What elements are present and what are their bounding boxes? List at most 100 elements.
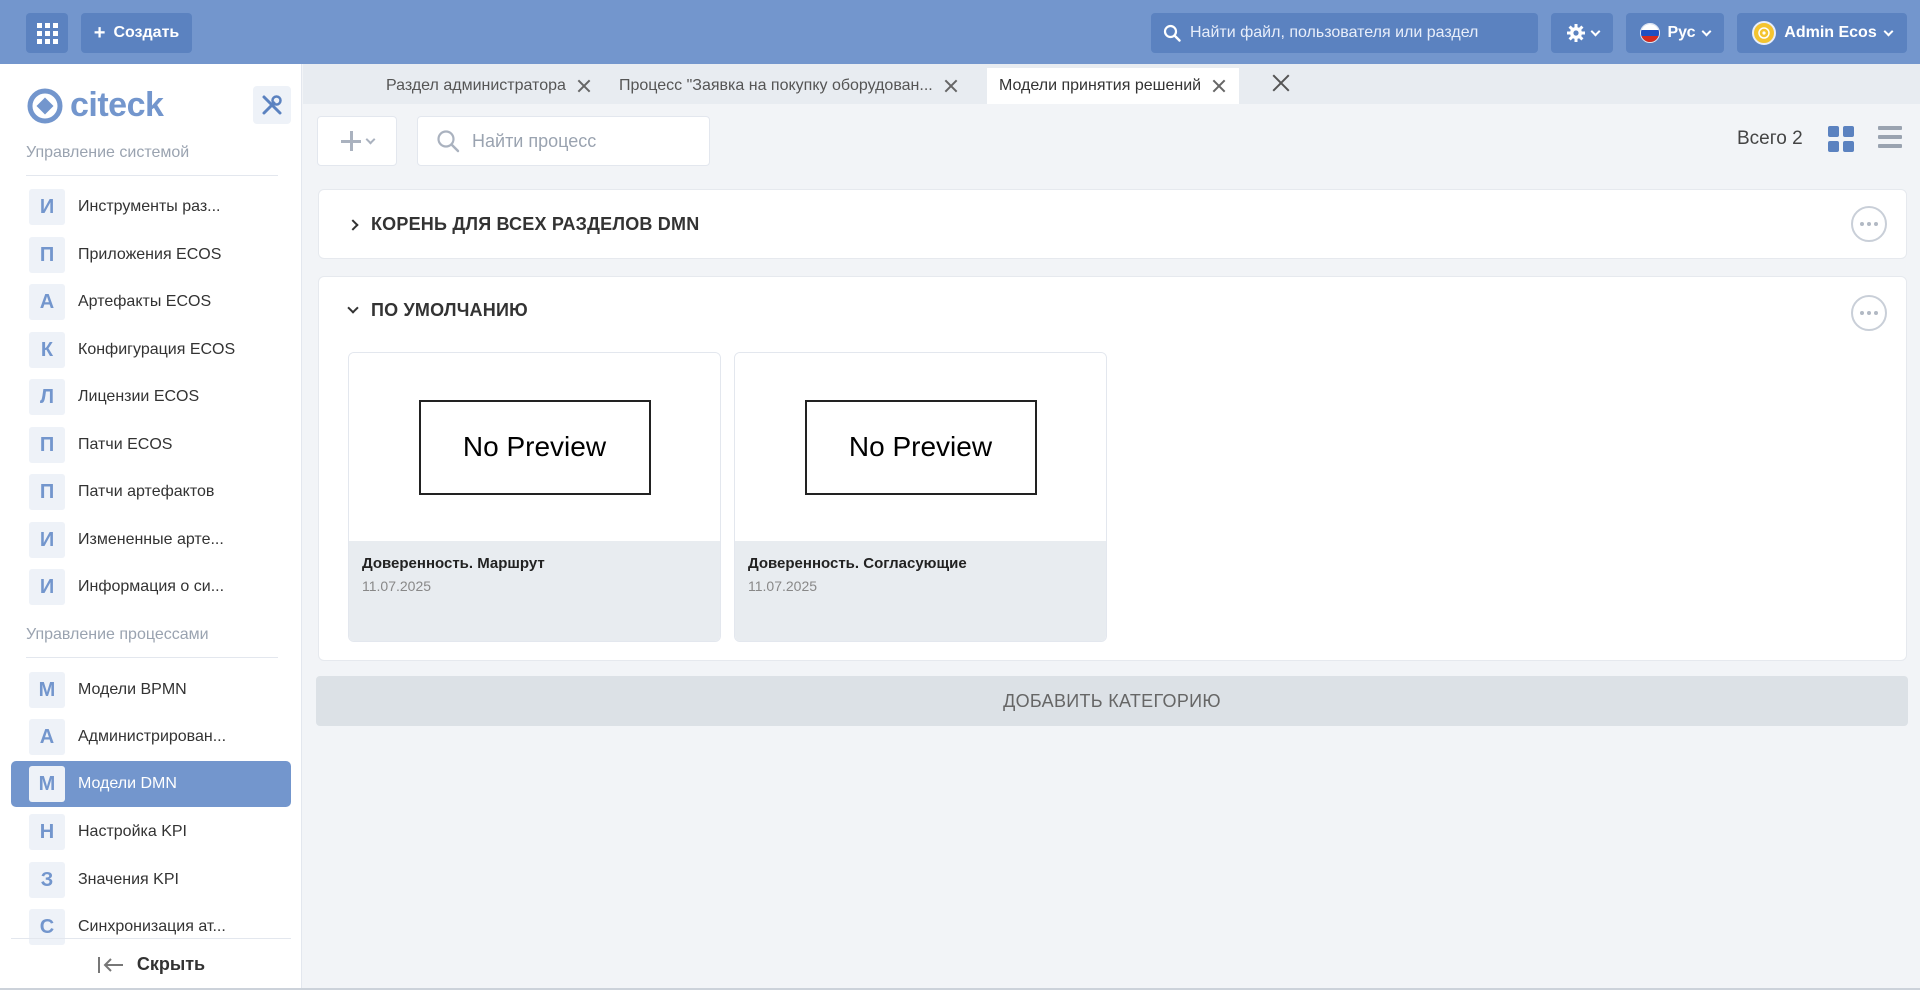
list-view-icon[interactable] bbox=[1878, 126, 1902, 148]
total-count: Всего 2 bbox=[1737, 128, 1803, 149]
sidebar: citeck Управление системой И Инструменты … bbox=[0, 64, 302, 990]
category-header[interactable]: ПО УМОЛЧАНИЮ bbox=[347, 300, 528, 321]
chevron-down-icon bbox=[1590, 26, 1600, 36]
russia-flag-icon bbox=[1640, 23, 1661, 43]
category-title: КОРЕНЬ ДЛЯ ВСЕХ РАЗДЕЛОВ DMN bbox=[371, 214, 700, 234]
sidebar-item-label: Инструменты раз... bbox=[78, 198, 221, 215]
grid-icon bbox=[36, 22, 58, 44]
divider bbox=[26, 657, 278, 658]
sidebar-item-label: Приложения ECOS bbox=[78, 246, 222, 263]
logo-text: citeck bbox=[70, 86, 164, 124]
sidebar-item-label: Администрирован... bbox=[78, 728, 227, 745]
sidebar-item-label: Лицензии ECOS bbox=[78, 388, 200, 405]
sidebar-item-artifact-patches[interactable]: П Патчи артефактов bbox=[11, 469, 291, 515]
tools-icon bbox=[262, 95, 282, 115]
card-info: Доверенность. Согласующие 11.07.2025 bbox=[735, 541, 1106, 641]
no-preview-placeholder: No Preview bbox=[418, 399, 651, 495]
sidebar-item-ecos-apps[interactable]: П Приложения ECOS bbox=[11, 232, 291, 278]
search-icon bbox=[1163, 24, 1181, 42]
close-icon[interactable] bbox=[576, 78, 592, 94]
card-title: Доверенность. Согласующие bbox=[748, 555, 967, 572]
chevron-right-icon bbox=[347, 218, 359, 231]
tab-equipment-process[interactable]: Процесс "Заявка на покупку оборудован... bbox=[607, 68, 971, 104]
nav-letter-icon: Л bbox=[29, 379, 65, 415]
category-panel: ПО УМОЛЧАНИЮ No Preview Доверенность. Ма… bbox=[318, 276, 1907, 661]
tab-label: Модели принятия решений bbox=[999, 77, 1202, 94]
nav-letter-icon: К bbox=[29, 332, 65, 368]
global-search[interactable] bbox=[1151, 13, 1538, 53]
apps-menu-button[interactable] bbox=[26, 13, 68, 53]
language-selector[interactable]: Рус bbox=[1626, 13, 1724, 53]
nav-letter-icon: И bbox=[29, 189, 65, 225]
nav-letter-icon: А bbox=[29, 284, 65, 320]
sidebar-item-label: Информация о си... bbox=[78, 578, 225, 595]
sidebar-item-administration[interactable]: А Администрирован... bbox=[11, 714, 291, 760]
add-category-button[interactable]: ДОБАВИТЬ КАТЕГОРИЮ bbox=[316, 676, 1908, 726]
card-info: Доверенность. Маршрут 11.07.2025 bbox=[349, 541, 720, 641]
nav-letter-icon: П bbox=[29, 237, 65, 273]
sidebar-item-label: Синхронизация ат... bbox=[78, 918, 226, 935]
sidebar-item-label: Модели BPMN bbox=[78, 681, 187, 698]
nav-letter-icon: И bbox=[29, 569, 65, 605]
sidebar-item-ecos-artifacts[interactable]: А Артефакты ECOS bbox=[11, 279, 291, 325]
sidebar-item-ecos-licenses[interactable]: Л Лицензии ECOS bbox=[11, 374, 291, 420]
more-options-icon[interactable] bbox=[1851, 206, 1887, 242]
tab-label: Процесс "Заявка на покупку оборудован... bbox=[619, 77, 933, 94]
tiles-view-icon[interactable] bbox=[1828, 126, 1854, 152]
process-search-input[interactable] bbox=[472, 130, 702, 152]
sidebar-item-kpi-values[interactable]: З Значения KPI bbox=[11, 857, 291, 903]
hide-sidebar-button[interactable]: Скрыть bbox=[11, 938, 291, 990]
close-icon[interactable] bbox=[943, 78, 959, 94]
nav-letter-icon: П bbox=[29, 427, 65, 463]
user-name: Admin Ecos bbox=[1784, 24, 1877, 41]
card-preview: No Preview bbox=[349, 353, 720, 541]
model-card[interactable]: No Preview Доверенность. Согласующие 11.… bbox=[734, 352, 1107, 642]
model-card[interactable]: No Preview Доверенность. Маршрут 11.07.2… bbox=[348, 352, 721, 642]
language-label: Рус bbox=[1667, 24, 1696, 41]
close-icon[interactable] bbox=[1211, 78, 1227, 94]
category-panel: КОРЕНЬ ДЛЯ ВСЕХ РАЗДЕЛОВ DMN bbox=[318, 189, 1907, 259]
nav-group-title: Управление системой bbox=[26, 144, 190, 161]
sidebar-item-kpi-settings[interactable]: Н Настройка KPI bbox=[11, 809, 291, 855]
nav-group-title: Управление процессами bbox=[26, 626, 209, 643]
card-date: 11.07.2025 bbox=[748, 578, 818, 594]
global-search-input[interactable] bbox=[1190, 24, 1520, 42]
process-search[interactable] bbox=[417, 116, 710, 166]
sidebar-item-label: Конфигурация ECOS bbox=[78, 341, 236, 358]
sidebar-item-label: Патчи ECOS bbox=[78, 436, 173, 453]
sidebar-item-label: Значения KPI bbox=[78, 871, 179, 888]
logo[interactable]: citeck bbox=[26, 86, 164, 125]
sidebar-item-ecos-config[interactable]: К Конфигурация ECOS bbox=[11, 327, 291, 373]
sidebar-item-label: Измененные арте... bbox=[78, 531, 224, 548]
nav-letter-icon: М bbox=[29, 672, 65, 708]
tab-admin-section[interactable]: Раздел администратора bbox=[374, 68, 604, 104]
sidebar-item-ecos-patches[interactable]: П Патчи ECOS bbox=[11, 422, 291, 468]
sidebar-item-dmn-models[interactable]: М Модели DMN bbox=[11, 761, 291, 807]
card-preview: No Preview bbox=[735, 353, 1106, 541]
more-options-icon[interactable] bbox=[1851, 295, 1887, 331]
sidebar-item-label: Патчи артефактов bbox=[78, 483, 215, 500]
sidebar-item-changed-artifacts[interactable]: И Измененные арте... bbox=[11, 517, 291, 563]
tools-button[interactable] bbox=[253, 86, 291, 124]
user-menu[interactable]: Admin Ecos bbox=[1737, 13, 1907, 53]
settings-button[interactable] bbox=[1551, 13, 1613, 53]
collapse-left-icon bbox=[97, 956, 123, 973]
plus-icon bbox=[340, 131, 361, 151]
sidebar-item-bpmn-models[interactable]: М Модели BPMN bbox=[11, 667, 291, 713]
create-button[interactable]: + Создать bbox=[81, 13, 192, 53]
chevron-down-icon bbox=[347, 302, 359, 314]
tab-decision-models[interactable]: Модели принятия решений bbox=[987, 68, 1240, 104]
nav-letter-icon: М bbox=[29, 766, 65, 802]
tab-label: Раздел администратора bbox=[386, 77, 566, 94]
add-dropdown-button[interactable] bbox=[317, 116, 397, 166]
nav-letter-icon: П bbox=[29, 474, 65, 510]
sidebar-item-system-info[interactable]: И Информация о си... bbox=[11, 564, 291, 610]
category-header[interactable]: КОРЕНЬ ДЛЯ ВСЕХ РАЗДЕЛОВ DMN bbox=[347, 214, 700, 235]
sidebar-item-label: Настройка KPI bbox=[78, 823, 187, 840]
sidebar-item-dev-tools[interactable]: И Инструменты раз... bbox=[11, 184, 291, 230]
chevron-down-icon bbox=[365, 134, 375, 144]
tab-bar: Раздел администратора Процесс "Заявка на… bbox=[303, 64, 1920, 104]
nav-letter-icon: И bbox=[29, 522, 65, 558]
nav-letter-icon: А bbox=[29, 719, 65, 755]
close-all-tabs-icon[interactable] bbox=[1270, 72, 1292, 94]
